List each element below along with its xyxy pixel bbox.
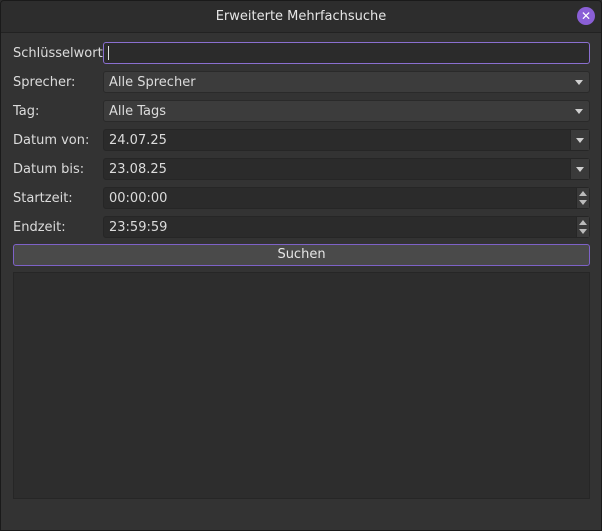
date-from-dropdown-button[interactable]: [570, 130, 589, 150]
keyword-label: Schlüsselwort:: [13, 46, 108, 61]
chevron-down-icon: [576, 167, 584, 172]
tag-select[interactable]: Alle Tags: [103, 100, 590, 122]
text-caret: [108, 46, 109, 60]
date-from-value: 24.07.25: [109, 133, 167, 148]
end-time-spinner[interactable]: [576, 217, 589, 237]
date-to-dropdown-button[interactable]: [570, 159, 589, 179]
search-dialog: Erweiterte Mehrfachsuche ✕ Schlüsselwort…: [0, 0, 602, 531]
title-bar: Erweiterte Mehrfachsuche ✕: [1, 1, 601, 33]
start-time-spinner[interactable]: [576, 188, 589, 208]
speaker-label: Sprecher:: [13, 75, 76, 90]
tag-value: Alle Tags: [109, 104, 167, 119]
date-to-label: Datum bis:: [13, 162, 85, 177]
spin-up-icon[interactable]: [579, 191, 587, 196]
date-from-input[interactable]: 24.07.25: [103, 129, 590, 151]
date-to-value: 23.08.25: [109, 162, 167, 177]
close-icon[interactable]: ✕: [577, 7, 595, 25]
start-time-label: Startzeit:: [13, 191, 73, 206]
chevron-down-icon: [575, 109, 583, 114]
end-time-label: Endzeit:: [13, 220, 66, 235]
spin-down-icon[interactable]: [579, 229, 587, 234]
speaker-value: Alle Sprecher: [109, 75, 196, 90]
end-time-input[interactable]: 23:59:59: [103, 216, 590, 238]
chevron-down-icon: [576, 138, 584, 143]
keyword-input[interactable]: [103, 42, 590, 64]
start-time-input[interactable]: 00:00:00: [103, 187, 590, 209]
search-button[interactable]: Suchen: [13, 244, 590, 266]
date-to-input[interactable]: 23.08.25: [103, 158, 590, 180]
tag-label: Tag:: [13, 104, 40, 119]
date-from-label: Datum von:: [13, 133, 90, 148]
start-time-value: 00:00:00: [109, 191, 168, 206]
window-title: Erweiterte Mehrfachsuche: [215, 9, 387, 24]
results-list[interactable]: [13, 272, 590, 499]
spin-down-icon[interactable]: [579, 200, 587, 205]
end-time-value: 23:59:59: [109, 220, 168, 235]
speaker-select[interactable]: Alle Sprecher: [103, 71, 590, 93]
chevron-down-icon: [575, 80, 583, 85]
spin-up-icon[interactable]: [579, 220, 587, 225]
